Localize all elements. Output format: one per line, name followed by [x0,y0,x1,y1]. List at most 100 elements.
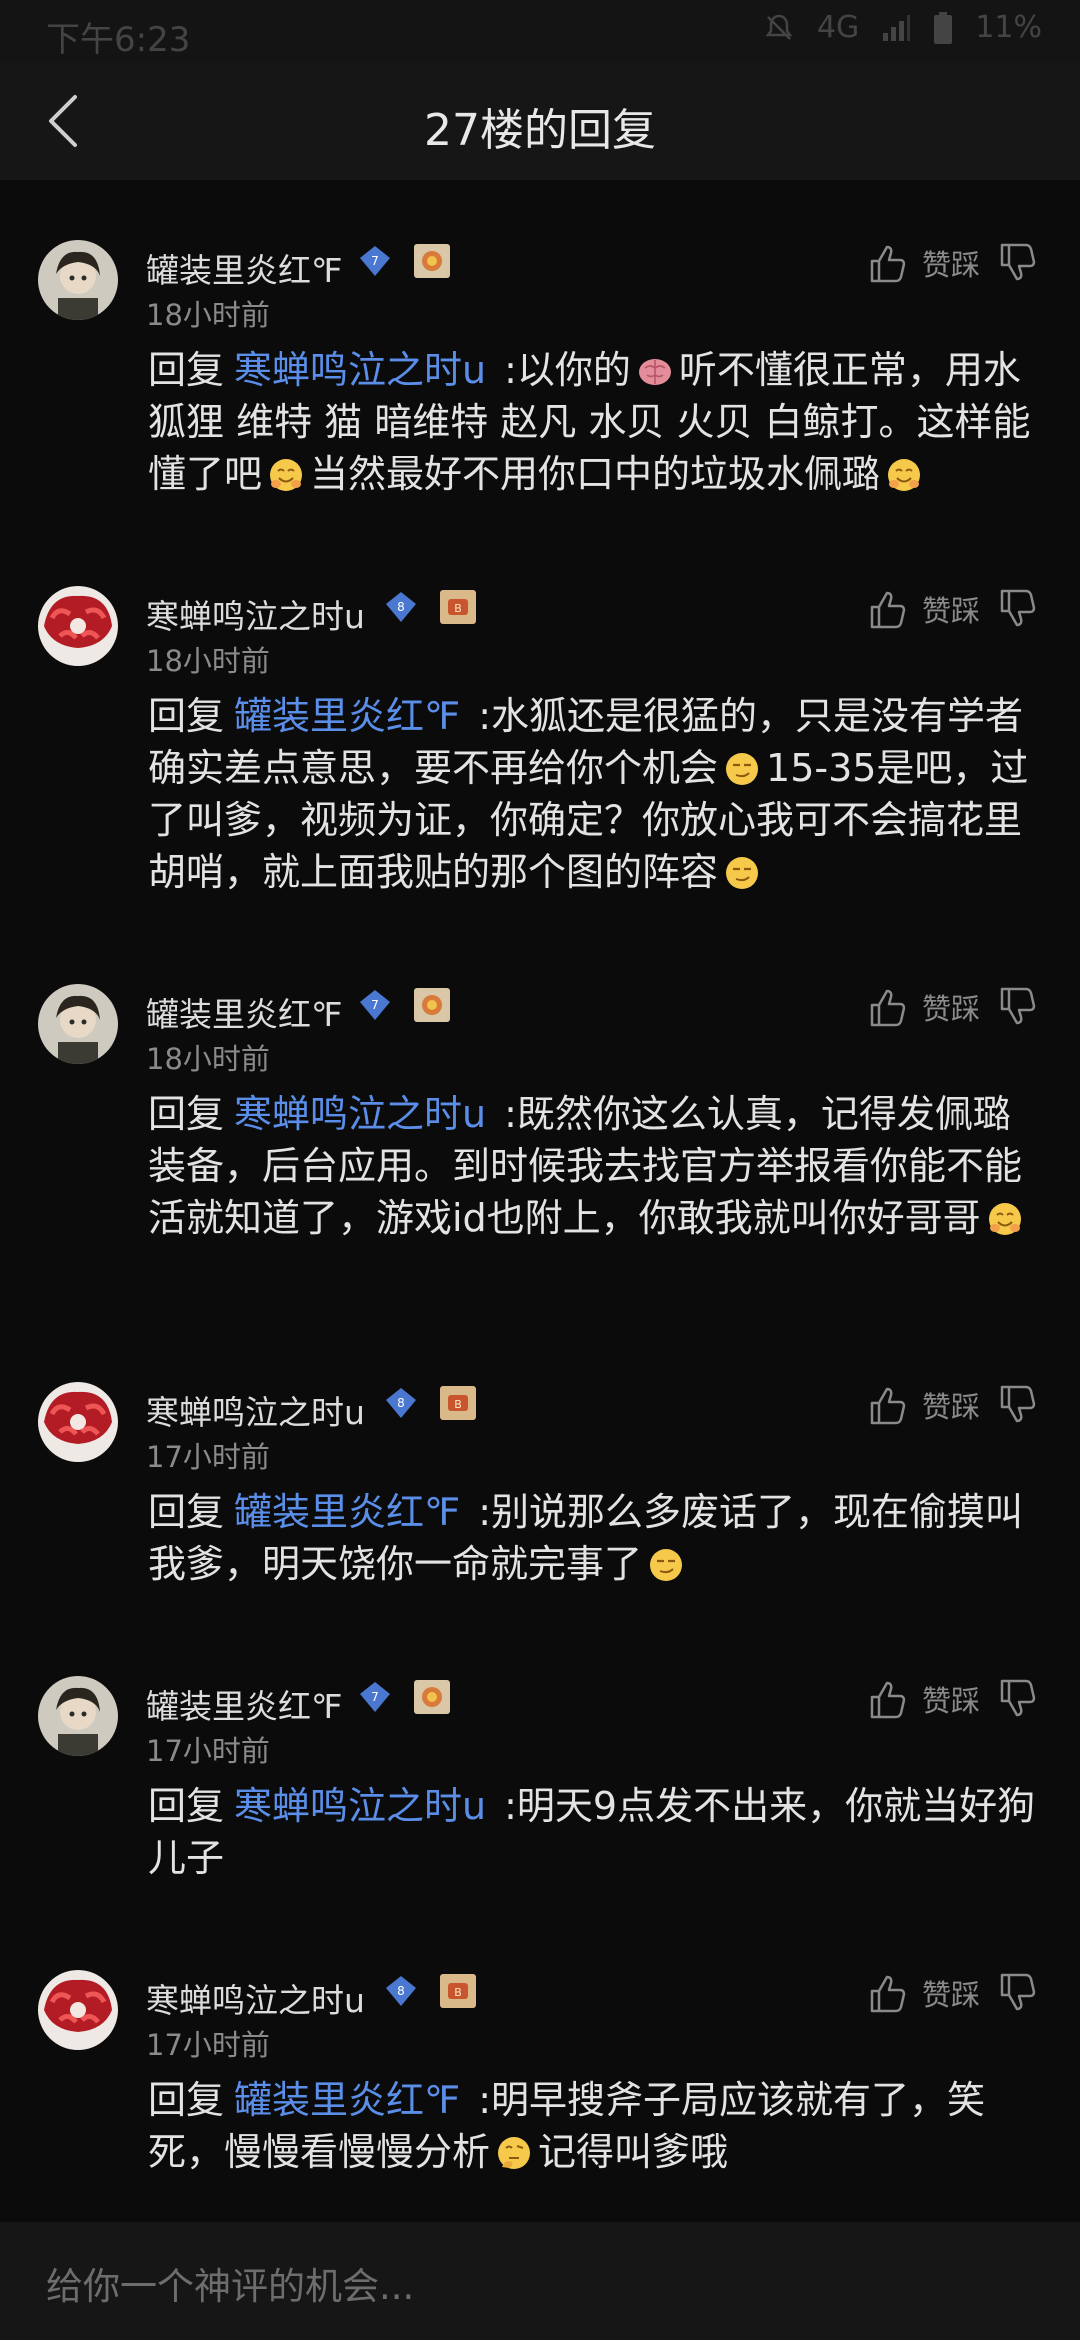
thumbs-down-icon[interactable] [996,1383,1040,1427]
like-dislike-label: 赞踩 [921,992,980,1026]
smile-emoji-icon [888,459,921,491]
svg-text:B: B [454,602,462,615]
medal-icon: B [440,590,476,624]
username[interactable]: 罐装里炎红℉ [146,244,342,292]
comment-text: 回复 寒蝉鸣泣之时u:以你的 听不懂很正常，用水狐狸 维特 猫 暗维特 赵凡 水贝 … [148,344,1040,500]
svg-text:7: 7 [371,254,379,268]
username[interactable]: 罐装里炎红℉ [146,988,342,1036]
comment-text: 回复 寒蝉鸣泣之时u:既然你这么认真，记得发佩璐装备，后台应用。到时候我去找官方举… [148,1088,1040,1244]
medal-icon: B [440,1386,476,1420]
status-time: 下午6:23 [46,20,191,60]
comment-input[interactable]: 给你一个神评的机会... [46,2256,414,2310]
like-dislike-label: 赞踩 [921,248,980,282]
mention-link[interactable]: 罐装里炎红℉ [234,2078,460,2122]
status-icons: 4G 11% [763,10,1042,45]
username[interactable]: 寒蝉鸣泣之时u [146,590,365,638]
user-badges: 7 [358,244,450,278]
username[interactable]: 罐装里炎红℉ [146,1680,342,1728]
text-part: 当然最好不用你口中的垃圾水佩璐 [310,452,881,496]
comment-actions: 赞踩 [866,1382,1040,1428]
thumbs-down-icon[interactable] [996,1677,1040,1721]
smirk-emoji-icon [650,1549,683,1581]
mention-link[interactable]: 罐装里炎红℉ [234,1490,460,1534]
mute-icon [763,12,795,44]
page-title: 27楼的回复 [424,105,656,156]
timestamp: 17小时前 [146,1440,270,1474]
medal-icon: B [440,1974,476,2008]
like-dislike-label: 赞踩 [921,1684,980,1718]
svg-text:7: 7 [371,1690,379,1704]
timestamp: 18小时前 [146,298,270,332]
svg-text:8: 8 [397,1396,405,1410]
avatar[interactable] [38,1970,118,2050]
diamond-level-icon: 7 [360,990,390,1020]
svg-text:7: 7 [371,998,379,1012]
mention-link[interactable]: 罐装里炎红℉ [234,694,460,738]
timestamp: 17小时前 [146,1734,270,1768]
thumbs-down-icon[interactable] [996,985,1040,1029]
reply-prefix: 回复 [148,1092,225,1136]
timestamp: 17小时前 [146,2028,270,2062]
user-badges: 8 B [384,1974,476,2008]
avatar[interactable] [38,984,118,1064]
reply-prefix: 回复 [148,2078,225,2122]
diamond-level-icon: 7 [360,1682,390,1712]
battery-icon [933,11,953,45]
like-dislike-label: 赞踩 [921,1978,980,2012]
thumbs-down-icon[interactable] [996,241,1040,285]
status-bar: 下午6:23 4G 11% [0,0,1080,62]
timestamp: 18小时前 [146,644,270,678]
diamond-level-icon: 8 [386,1388,416,1418]
thumbs-down-icon[interactable] [996,587,1040,631]
thumbs-up-icon[interactable] [866,1677,910,1721]
thinking-emoji-icon [498,2137,531,2169]
svg-text:8: 8 [397,1984,405,1998]
smile-emoji-icon [270,459,303,491]
comment-actions: 赞踩 [866,586,1040,632]
comment-actions: 赞踩 [866,1676,1040,1722]
medal-icon [414,1680,450,1714]
comment-text: 回复 寒蝉鸣泣之时u:明天9点发不出来，你就当好狗儿子 [148,1780,1040,1884]
svg-text:8: 8 [397,600,405,614]
diamond-level-icon: 7 [360,246,390,276]
reply-prefix: 回复 [148,348,225,392]
comment-composer[interactable]: 给你一个神评的机会... [0,2222,1080,2340]
reply-prefix: 回复 [148,694,225,738]
comment-text: 回复 罐装里炎红℉:别说那么多废话了，现在偷摸叫我爹，明天饶你一命就完事了 [148,1486,1040,1590]
svg-text:B: B [454,1398,462,1411]
thumbs-up-icon[interactable] [866,587,910,631]
diamond-level-icon: 8 [386,592,416,622]
avatar[interactable] [38,1382,118,1462]
like-dislike-label: 赞踩 [921,594,980,628]
user-badges: 7 [358,988,450,1022]
comment-text: 回复 罐装里炎红℉:水狐还是很猛的，只是没有学者确实差点意思，要不再给你个机会 15… [148,690,1040,898]
thumbs-down-icon[interactable] [996,1971,1040,2015]
mention-link[interactable]: 寒蝉鸣泣之时u [234,348,486,392]
username[interactable]: 寒蝉鸣泣之时u [146,1386,365,1434]
mention-link[interactable]: 寒蝉鸣泣之时u [234,1092,486,1136]
avatar[interactable] [38,586,118,666]
reply-prefix: 回复 [148,1784,225,1828]
text-part: :以你的 [504,348,631,392]
avatar[interactable] [38,240,118,320]
smirk-emoji-icon [726,753,759,785]
user-badges: 8 B [384,1386,476,1420]
signal-icon [881,13,911,43]
brain-emoji-icon [638,359,671,385]
battery-level: 11% [975,10,1042,45]
medal-icon [414,244,450,278]
svg-text:B: B [454,1986,462,1999]
medal-icon [414,988,450,1022]
username[interactable]: 寒蝉鸣泣之时u [146,1974,365,2022]
mention-link[interactable]: 寒蝉鸣泣之时u [234,1784,486,1828]
reply-prefix: 回复 [148,1490,225,1534]
avatar[interactable] [38,1676,118,1756]
thumbs-up-icon[interactable] [866,1383,910,1427]
user-badges: 7 [358,1680,450,1714]
diamond-level-icon: 8 [386,1976,416,2006]
thumbs-up-icon[interactable] [866,985,910,1029]
comment-actions: 赞踩 [866,240,1040,286]
text-part: 记得叫爹哦 [538,2130,729,2174]
thumbs-up-icon[interactable] [866,241,910,285]
thumbs-up-icon[interactable] [866,1971,910,2015]
